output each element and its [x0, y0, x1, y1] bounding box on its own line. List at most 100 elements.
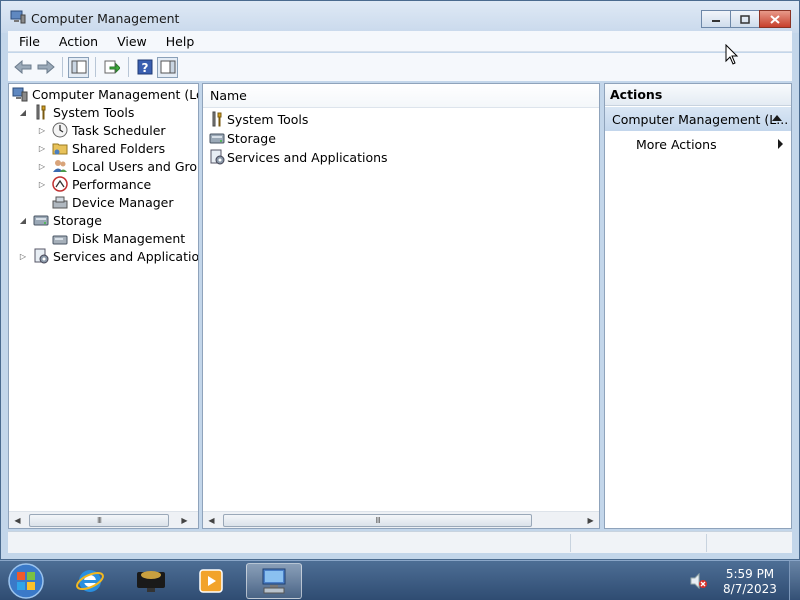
actions-section-label: Computer Management (L...	[612, 111, 789, 127]
results-horizontal-scrollbar[interactable]: ◀ III ▶	[203, 511, 599, 528]
minimize-button[interactable]	[701, 10, 731, 28]
toolbar-separator	[95, 57, 96, 77]
show-desktop-button[interactable]	[789, 561, 800, 600]
forward-button[interactable]	[35, 57, 56, 78]
expand-arrow-icon[interactable]: ▷	[36, 142, 48, 154]
expand-arrow-icon[interactable]: ▷	[36, 178, 48, 190]
storage-icon	[209, 130, 225, 146]
restore-icon	[740, 14, 750, 24]
more-actions-label: More Actions	[636, 136, 717, 152]
list-item-storage[interactable]: Storage	[209, 129, 276, 147]
show-hide-action-pane-icon	[160, 60, 175, 74]
toolbar: ?	[8, 53, 792, 81]
status-divider	[570, 534, 571, 552]
tree-item-label: Storage	[53, 212, 102, 228]
tree-item-local-users-and-groups[interactable]: ▷ Local Users and Groups	[36, 157, 198, 175]
users-icon	[52, 158, 68, 174]
back-button[interactable]	[12, 57, 33, 78]
show-hide-action-pane-button[interactable]	[157, 56, 178, 78]
scroll-thumb[interactable]: III	[29, 513, 169, 527]
back-arrow-icon	[13, 60, 31, 74]
shared-folder-icon	[52, 140, 68, 156]
tree-item-performance[interactable]: ▷ Performance	[36, 175, 151, 193]
list-item-services-and-applications[interactable]: Services and Applications	[209, 148, 388, 166]
collapse-up-arrow-icon[interactable]	[772, 115, 782, 121]
taskbar-media-center[interactable]	[123, 563, 179, 599]
scroll-right-arrow-icon[interactable]: ▶	[582, 512, 599, 529]
actions-pane: Actions Computer Management (L... More A…	[604, 83, 792, 529]
help-icon: ?	[137, 59, 152, 75]
console-tree-pane[interactable]: Computer Management (Local ◢ System Tool…	[8, 83, 199, 529]
expand-arrow-icon[interactable]: ▷	[17, 250, 29, 262]
list-item-label: Storage	[227, 130, 276, 146]
tree-item-shared-folders[interactable]: ▷ Shared Folders	[36, 139, 165, 157]
taskbar-media-player[interactable]	[183, 563, 239, 599]
export-list-button[interactable]	[101, 57, 122, 78]
column-header-name[interactable]: Name	[203, 84, 599, 108]
taskbar: 5:59 PM 8/7/2023	[0, 560, 800, 600]
list-item-label: Services and Applications	[227, 149, 388, 165]
media-center-icon	[137, 571, 165, 592]
tree-root-computer-management[interactable]: Computer Management (Local	[12, 85, 198, 103]
system-clock[interactable]: 5:59 PM 8/7/2023	[716, 567, 784, 597]
title-bar[interactable]: Computer Management	[1, 1, 799, 33]
computer-management-icon	[262, 568, 286, 594]
collapse-arrow-icon[interactable]: ◢	[17, 214, 29, 226]
mouse-cursor-icon	[725, 44, 739, 65]
computer-management-icon	[12, 86, 28, 102]
collapse-arrow-icon[interactable]: ◢	[17, 106, 29, 118]
taskbar-internet-explorer[interactable]	[62, 563, 118, 599]
toolbar-separator	[62, 57, 63, 77]
scroll-right-arrow-icon[interactable]: ▶	[176, 512, 193, 529]
tools-icon	[33, 104, 49, 120]
disk-icon	[52, 230, 68, 246]
list-item-system-tools[interactable]: System Tools	[209, 110, 308, 128]
help-button[interactable]: ?	[134, 57, 155, 78]
menu-bar: File Action View Help	[8, 31, 792, 52]
menu-file[interactable]: File	[8, 34, 48, 49]
maximize-button[interactable]	[730, 10, 760, 28]
menu-view[interactable]: View	[106, 34, 155, 49]
tree-item-task-scheduler[interactable]: ▷ Task Scheduler	[36, 121, 166, 139]
tree-item-services-and-applications[interactable]: ▷ Services and Applications	[17, 247, 198, 265]
clock-time: 5:59 PM	[725, 567, 775, 581]
storage-icon	[33, 212, 49, 228]
start-button[interactable]	[5, 563, 47, 599]
tree-item-label: Performance	[72, 176, 152, 192]
volume-muted-icon[interactable]	[690, 573, 708, 589]
tree-item-disk-management[interactable]: Disk Management	[52, 229, 185, 247]
tree-item-label: Local Users and Groups	[72, 158, 198, 174]
svg-text:?: ?	[141, 61, 148, 75]
tree-item-label: Shared Folders	[72, 140, 166, 156]
expand-arrow-icon[interactable]: ▷	[36, 124, 48, 136]
device-manager-icon	[52, 194, 68, 210]
computer-management-window: Computer Management File Action View Hel…	[0, 0, 800, 560]
menu-action[interactable]: Action	[48, 34, 106, 49]
scroll-left-arrow-icon[interactable]: ◀	[203, 512, 220, 529]
close-button[interactable]	[759, 10, 791, 28]
scroll-left-arrow-icon[interactable]: ◀	[9, 512, 26, 529]
clock-date: 8/7/2023	[723, 582, 777, 596]
computer-management-icon	[10, 10, 26, 24]
more-actions-item[interactable]: More Actions	[636, 135, 791, 153]
taskbar-computer-management[interactable]	[246, 563, 302, 599]
expand-arrow-icon[interactable]: ▷	[36, 160, 48, 172]
minimize-icon	[712, 20, 720, 22]
list-item-label: System Tools	[227, 111, 309, 127]
performance-icon	[52, 176, 68, 192]
results-pane[interactable]: Name System Tools Storage Services and A…	[202, 83, 600, 529]
tree-item-device-manager[interactable]: Device Manager	[52, 193, 174, 211]
scroll-thumb[interactable]: III	[222, 513, 533, 527]
actions-section-computer-management[interactable]: Computer Management (L...	[605, 107, 791, 131]
clock-icon	[52, 122, 68, 138]
show-hide-console-tree-button[interactable]	[68, 56, 89, 78]
media-player-icon	[199, 569, 223, 593]
toolbar-separator	[128, 57, 129, 77]
windows-logo-icon	[8, 563, 44, 599]
tree-item-storage[interactable]: ◢ Storage	[17, 211, 102, 229]
status-divider	[706, 534, 707, 552]
tree-horizontal-scrollbar[interactable]: ◀ III ▶	[9, 511, 198, 528]
tree-item-system-tools[interactable]: ◢ System Tools	[17, 103, 134, 121]
menu-help[interactable]: Help	[155, 34, 203, 49]
column-header-label: Name	[210, 88, 247, 103]
